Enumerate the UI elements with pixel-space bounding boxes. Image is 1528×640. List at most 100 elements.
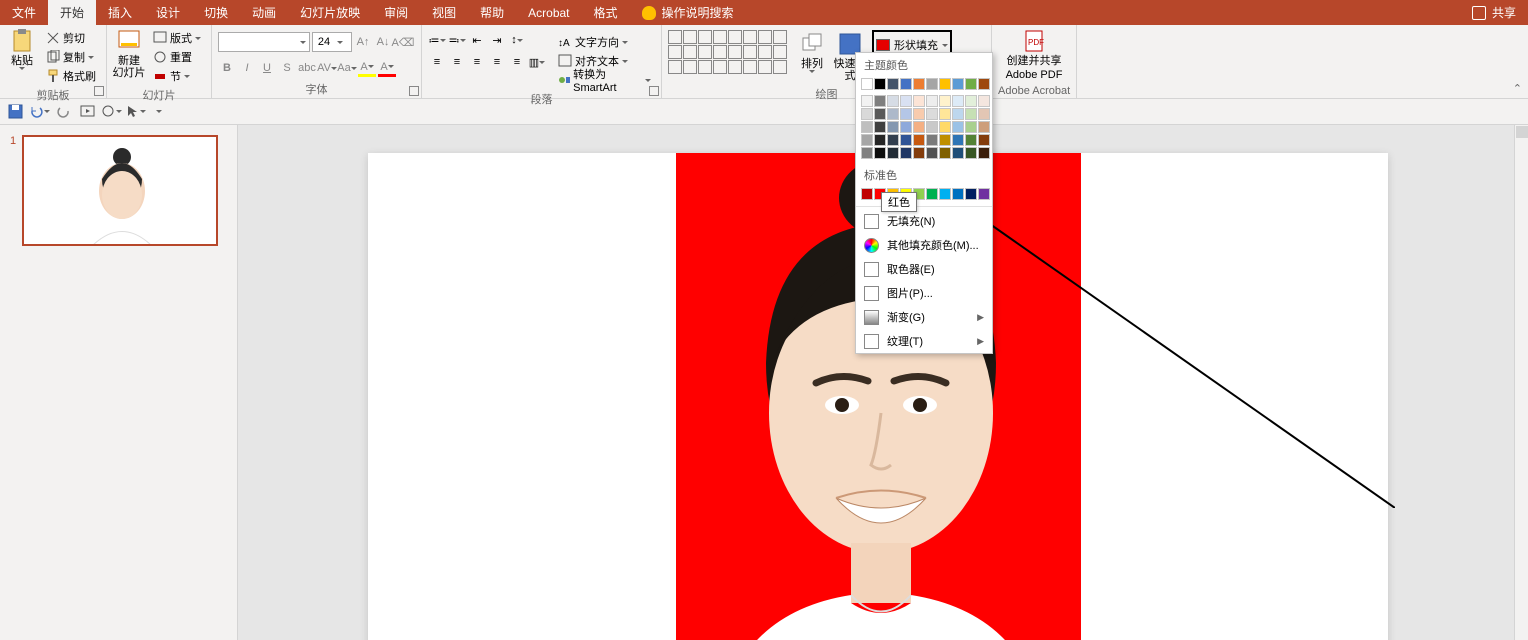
collapse-ribbon-button[interactable]: ⌃ [1513,82,1522,95]
paste-button[interactable]: 粘贴 [6,27,38,72]
shapes-gallery[interactable] [668,30,790,74]
color-swatch[interactable] [861,134,873,146]
color-swatch[interactable] [926,188,938,200]
color-swatch[interactable] [978,108,990,120]
align-left-button[interactable]: ≡ [428,53,446,71]
gradient-fill-item[interactable]: 渐变(G)▶ [856,305,992,329]
color-swatch[interactable] [978,188,990,200]
create-pdf-button[interactable]: PDF 创建并共享 Adobe PDF [998,27,1070,83]
dialog-launcher[interactable] [649,86,659,96]
more-colors-item[interactable]: 其他填充颜色(M)... [856,233,992,257]
color-swatch[interactable] [952,134,964,146]
color-swatch[interactable] [887,134,899,146]
picture-fill-item[interactable]: 图片(P)... [856,281,992,305]
color-swatch[interactable] [887,121,899,133]
format-painter-button[interactable]: 格式刷 [42,67,100,85]
increase-indent-button[interactable]: ⇥ [488,31,506,49]
color-swatch[interactable] [965,134,977,146]
color-swatch[interactable] [965,121,977,133]
color-swatch[interactable] [861,95,873,107]
clear-format-button[interactable]: A⌫ [394,33,412,51]
color-swatch[interactable] [900,108,912,120]
color-swatch[interactable] [939,121,951,133]
increase-font-button[interactable]: A↑ [354,33,372,51]
align-center-button[interactable]: ≡ [448,53,466,71]
justify-button[interactable]: ≡ [488,53,506,71]
reset-button[interactable]: 重置 [149,48,205,66]
color-swatch[interactable] [913,134,925,146]
color-swatch[interactable] [939,108,951,120]
font-size-input[interactable] [313,33,335,51]
color-swatch[interactable] [913,108,925,120]
color-swatch[interactable] [952,95,964,107]
color-swatch[interactable] [952,108,964,120]
font-name-combo[interactable] [218,32,310,52]
color-swatch[interactable] [978,134,990,146]
color-swatch[interactable] [861,108,873,120]
align-right-button[interactable]: ≡ [468,53,486,71]
italic-button[interactable]: I [238,59,256,77]
color-swatch[interactable] [861,121,873,133]
scroll-up-button[interactable] [1516,126,1528,138]
smartart-button[interactable]: 转换为 SmartArt [554,71,655,89]
color-swatch[interactable] [965,108,977,120]
columns-button[interactable]: ▥ [528,53,546,71]
color-swatch[interactable] [978,95,990,107]
font-color-button[interactable]: A [378,59,396,77]
color-swatch[interactable] [952,121,964,133]
arrange-button[interactable]: 排列 [796,30,828,75]
dialog-launcher[interactable] [94,86,104,96]
font-size-combo[interactable] [312,32,352,52]
color-swatch[interactable] [874,147,886,159]
color-swatch[interactable] [965,188,977,200]
color-swatch[interactable] [900,134,912,146]
color-swatch[interactable] [874,134,886,146]
color-swatch[interactable] [887,147,899,159]
spacing-button[interactable]: AV [318,59,336,77]
tab-view[interactable]: 视图 [420,0,468,25]
color-swatch[interactable] [939,95,951,107]
tab-animation[interactable]: 动画 [240,0,288,25]
numbering-button[interactable]: ≕ [448,31,466,49]
color-swatch[interactable] [861,78,873,90]
color-swatch[interactable] [965,78,977,90]
color-swatch[interactable] [874,108,886,120]
color-swatch[interactable] [887,108,899,120]
distribute-button[interactable]: ≡ [508,53,526,71]
color-swatch[interactable] [965,95,977,107]
texture-fill-item[interactable]: 纹理(T)▶ [856,329,992,353]
decrease-indent-button[interactable]: ⇤ [468,31,486,49]
tab-review[interactable]: 审阅 [372,0,420,25]
eyedropper-item[interactable]: 取色器(E) [856,257,992,281]
tab-transition[interactable]: 切换 [192,0,240,25]
color-swatch[interactable] [952,147,964,159]
color-swatch[interactable] [913,121,925,133]
color-swatch[interactable] [926,95,938,107]
tab-design[interactable]: 设计 [144,0,192,25]
color-swatch[interactable] [939,134,951,146]
color-swatch[interactable] [861,147,873,159]
color-swatch[interactable] [978,78,990,90]
color-swatch[interactable] [887,78,899,90]
text-direction-button[interactable]: ↕A文字方向 [554,33,655,51]
color-swatch[interactable] [900,147,912,159]
color-swatch[interactable] [939,78,951,90]
tab-file[interactable]: 文件 [0,0,48,25]
layout-button[interactable]: 版式 [149,29,205,47]
color-swatch[interactable] [965,147,977,159]
color-swatch[interactable] [939,188,951,200]
tab-slideshow[interactable]: 幻灯片放映 [288,0,372,25]
color-swatch[interactable] [939,147,951,159]
tab-help[interactable]: 帮助 [468,0,516,25]
color-swatch[interactable] [926,78,938,90]
highlight-button[interactable]: A [358,59,376,77]
color-swatch[interactable] [926,147,938,159]
slide-thumbnail-1[interactable] [22,135,218,246]
color-swatch[interactable] [900,95,912,107]
tab-acrobat[interactable]: Acrobat [516,0,581,25]
color-swatch[interactable] [926,108,938,120]
font-name-input[interactable] [219,36,300,48]
color-swatch[interactable] [978,121,990,133]
color-swatch[interactable] [952,78,964,90]
change-case-button[interactable]: Aa [338,59,356,77]
